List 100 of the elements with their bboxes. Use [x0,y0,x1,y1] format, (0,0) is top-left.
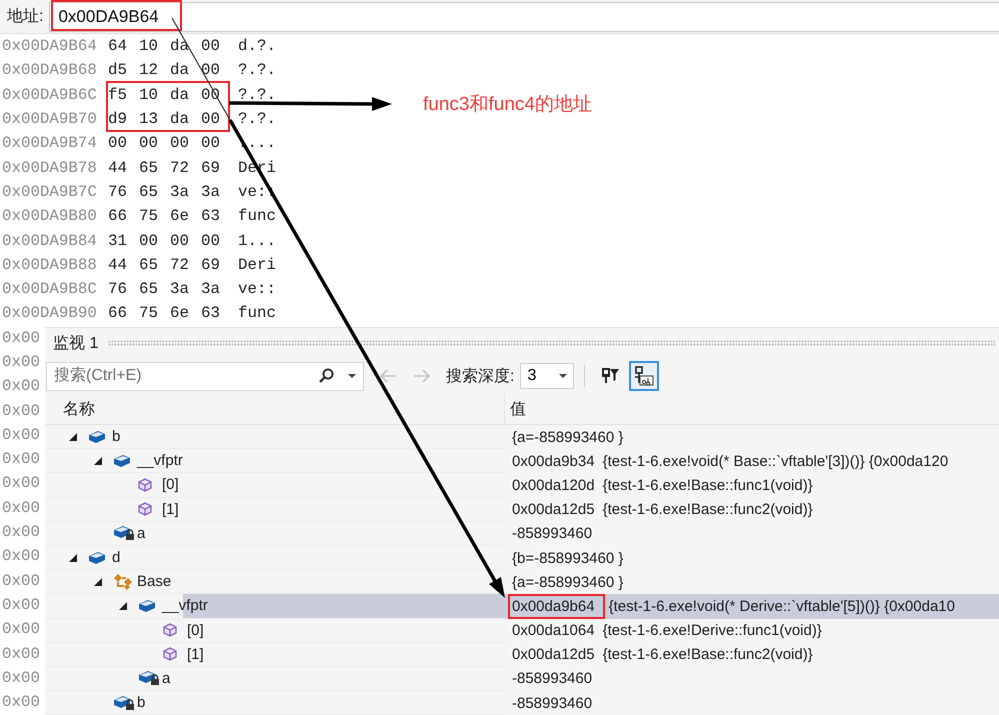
memory-address: 0x00 [1,668,40,687]
memory-ascii: Deri [238,256,276,274]
memory-address: 0x00DA9B90 [1,304,98,322]
memory-address: 0x00DA9B84 [1,232,98,250]
memory-byte: d9 [108,110,128,128]
memory-byte: 63 [201,207,221,226]
memory-byte: 65 [139,158,159,177]
memory-address: 0x00 [1,523,40,542]
drag-grip[interactable] [108,340,995,346]
expanded-icon[interactable] [69,432,77,441]
value-detail: {test-1-6.exe!void(* Derive::`vftable'[5])()} {0x00da10 [608,598,955,615]
memory-address: 0x00 [1,572,40,590]
memory-byte: da [170,37,190,56]
memory-byte: 64 [108,37,128,56]
search-icon [318,368,334,384]
variable-name: b [137,694,146,712]
memory-address: 0x00 [1,644,40,663]
memory-byte: 69 [201,256,221,274]
memory-byte: 00 [201,134,221,152]
pin-format-icon [633,365,656,387]
tree-row[interactable]: b {a=-858993460 } [45,425,999,450]
memory-address: 0x00DA9B68 [1,61,98,80]
memory-address: 0x00DA9B74 [1,134,98,152]
memory-byte: 00 [170,232,190,250]
tree-row[interactable]: [0] 0x00da120d {test-1-6.exe!Base::func1(void)} [45,473,999,498]
memory-byte: f5 [108,86,128,104]
memory-address: 0x00DA9B8C [1,280,98,298]
expanded-icon[interactable] [94,578,102,586]
memory-byte: 00 [139,134,159,152]
expanded-icon[interactable] [119,602,127,610]
panel-title: 监视 1 [53,334,98,354]
variable-value: -858993460 [511,694,594,714]
tree-row[interactable]: __vfptr 0x00da9b34 {test-1-6.exe!void(* Base::`vftable'[3])()} {0x00da120 [45,449,999,474]
variable-value: 0x00da9b34 [511,452,596,472]
tree-row[interactable]: b -858993460 [45,691,999,715]
variable-value: 0x00da1064 [511,621,596,642]
expanded-icon[interactable] [94,456,102,465]
variable-value: 0x00da120d [511,476,596,496]
memory-address: 0x00DA9B80 [1,207,98,226]
memory-ascii: 1... [238,232,276,250]
memory-byte: 10 [139,86,159,104]
memory-address: 0x00 [1,377,40,396]
memory-byte: 00 [170,134,190,152]
variable-name: [0] [162,476,179,494]
value-detail: {test-1-6.exe!void(* Base::`vftable'[3])()} {0x00da120 [602,452,948,470]
memory-byte: 3a [170,280,190,298]
caret-icon[interactable] [348,374,356,378]
tree-row[interactable]: __vfptr 0x00da9b64 {test-1-6.exe!void(* Derive::`vftable'[5])()} {0x00da10 [45,594,999,618]
memory-byte: 69 [201,158,221,177]
tree-row[interactable]: d {b=-858993460 } [45,546,999,570]
variable-name: __vfptr [137,452,183,470]
locked-object-icon [138,670,160,686]
expanded-icon[interactable] [69,554,77,562]
memory-byte: 72 [170,158,190,177]
address-field[interactable]: 0x00DA9B64 [49,2,999,32]
cube-icon [138,478,152,492]
memory-byte: 3a [201,182,221,201]
tree-row[interactable]: a -858993460 [45,666,999,692]
memory-byte: 65 [139,256,159,274]
tree-row[interactable]: a -858993460 [45,522,999,546]
value-detail: {test-1-6.exe!Derive::func1(void)} [602,622,822,640]
memory-byte: 6e [170,207,190,226]
memory-address: 0x00DA9B78 [1,158,98,177]
depth-dropdown[interactable]: 3 [520,363,574,389]
memory-byte: da [170,61,190,80]
memory-byte: 3a [201,280,221,298]
hex-format-button[interactable] [629,361,660,391]
variable-value: 0x00da12d5 [511,645,596,666]
memory-ascii: ve:: [238,280,276,298]
memory-byte: 65 [139,280,159,298]
variable-name: a [137,524,146,542]
column-header[interactable]: 名称 [45,394,505,424]
variable-value: {b=-858993460 } [511,548,624,569]
tree-row[interactable]: [1] 0x00da12d5 {test-1-6.exe!Base::func2(void)} [45,498,999,522]
memory-address: 0x00 [1,426,40,444]
memory-byte: 6e [170,304,190,322]
memory-byte: 13 [139,110,159,128]
memory-byte: 00 [201,110,221,128]
memory-byte: 76 [108,182,128,201]
value-detail: {test-1-6.exe!Base::func2(void)} [602,646,813,664]
memory-byte: 65 [139,182,159,201]
column-header[interactable]: 值 [505,398,526,420]
memory-address: 0x00DA9B88 [1,256,98,274]
tree-row[interactable]: [0] 0x00da1064 {test-1-6.exe!Derive::func1(void)} [45,618,999,643]
variable-name: [1] [162,500,179,518]
locked-object-icon [113,694,135,711]
tree-row[interactable]: [1] 0x00da12d5 {test-1-6.exe!Base::func2(void)} [45,642,999,667]
memory-byte: 12 [139,61,159,80]
memory-byte: 31 [108,232,128,250]
memory-byte: 76 [108,280,128,298]
memory-ascii: d.?. [238,37,276,56]
memory-byte: 10 [139,37,159,56]
memory-address: 0x00 [1,547,40,566]
cube-icon [163,647,177,662]
locked-object-icon [113,525,135,542]
memory-byte: 75 [139,304,159,322]
search-field[interactable]: 搜索(Ctrl+E) [46,362,364,390]
variable-value: -858993460 [511,669,594,690]
depth-label: 搜索深度: [446,366,514,386]
memory-byte: da [170,86,190,104]
